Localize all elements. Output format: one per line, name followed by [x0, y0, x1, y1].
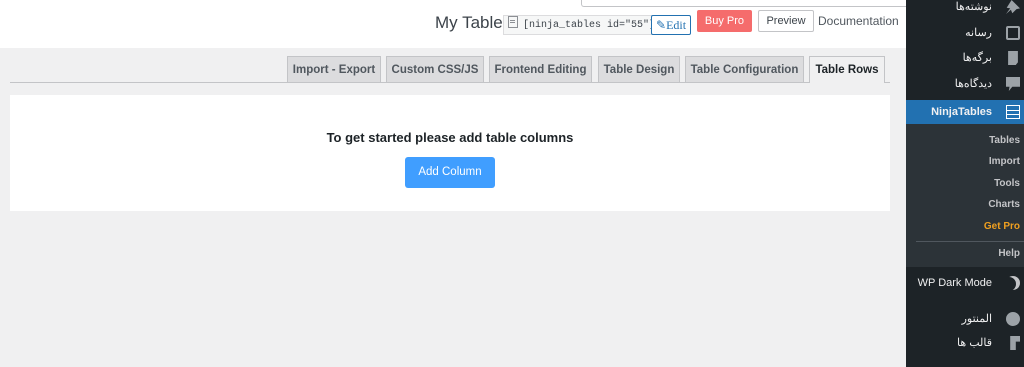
pin-icon — [1006, 0, 1020, 14]
sidebar-item-label: المنتور — [961, 313, 992, 325]
page-title: My Table — [435, 13, 503, 32]
moon-icon — [1006, 276, 1020, 290]
sidebar-item-label: قالب ها — [957, 337, 992, 349]
media-icon — [1006, 26, 1020, 40]
submenu-divider — [916, 241, 1024, 242]
sidebar-item-comments[interactable]: دیدگاه‌ها — [906, 72, 1024, 96]
sidebar-item-elementor[interactable]: المنتور — [906, 307, 1024, 331]
edit-button[interactable]: ✎Edit — [651, 15, 692, 35]
edit-label: Edit — [666, 18, 687, 32]
empty-state-message: To get started please add table columns — [326, 130, 574, 145]
elementor-icon — [1006, 312, 1020, 326]
buy-pro-button[interactable]: Buy Pro — [697, 10, 752, 32]
document-icon — [508, 16, 518, 28]
sidebar-item-label: WP Dark Mode — [917, 277, 992, 289]
sidebar-item-label: برگه‌ها — [962, 52, 992, 64]
top-input-edge — [581, 0, 907, 7]
sidebar-item-label: دیدگاه‌ها — [954, 78, 992, 90]
table-icon — [1006, 105, 1020, 119]
page-header: My Table [ninja_tables id="55"] ✎Edit Bu… — [0, 0, 907, 48]
submenu-item-get-pro[interactable]: Get Pro — [984, 221, 1020, 232]
admin-sidebar: نوشته‌ها رسانه برگه‌ها دیدگاه‌ها NinjaTa… — [898, 0, 1024, 367]
sidebar-item-label: نوشته‌ها — [955, 1, 992, 13]
submenu-item-help[interactable]: Help — [998, 248, 1020, 259]
add-column-button[interactable]: Add Column — [405, 157, 495, 188]
tab-table-design[interactable]: Table Design — [598, 56, 680, 82]
sidebar-item-posts[interactable]: نوشته‌ها — [906, 0, 1024, 19]
sidebar-item-label: رسانه — [965, 27, 992, 39]
shortcode-badge[interactable]: [ninja_tables id="55"] — [503, 15, 661, 35]
submenu-item-tools[interactable]: Tools — [994, 178, 1020, 189]
brush-icon — [1010, 336, 1020, 350]
comments-icon — [1006, 77, 1020, 91]
sidebar-item-templates[interactable]: قالب ها — [906, 331, 1024, 355]
shortcode-text: [ninja_tables id="55"] — [523, 20, 656, 31]
tab-custom-css-js[interactable]: Custom CSS/JS — [386, 56, 484, 82]
sidebar-item-pages[interactable]: برگه‌ها — [906, 46, 1024, 70]
tab-import-export[interactable]: Import - Export — [287, 56, 381, 82]
submenu-item-charts[interactable]: Charts — [988, 199, 1020, 210]
pages-icon — [1008, 51, 1018, 65]
table-rows-panel: To get started please add table columns … — [10, 95, 890, 211]
tab-frontend-editing[interactable]: Frontend Editing — [489, 56, 592, 82]
preview-button[interactable]: Preview — [758, 10, 814, 32]
current-menu-arrow — [898, 204, 906, 220]
sidebar-item-ninjatables[interactable]: NinjaTables — [898, 100, 1024, 220]
submenu-item-import[interactable]: Import — [989, 156, 1020, 167]
tab-table-configuration[interactable]: Table Configuration — [685, 56, 804, 82]
sidebar-item-media[interactable]: رسانه — [906, 21, 1024, 45]
sidebar-item-label: NinjaTables — [931, 106, 992, 118]
sidebar-item-wp-dark-mode[interactable]: WP Dark Mode — [906, 271, 1024, 295]
tab-table-rows[interactable]: Table Rows — [809, 56, 885, 83]
documentation-link[interactable]: Documentation — [818, 14, 899, 28]
pencil-icon: ✎ — [656, 18, 667, 32]
ninjatables-submenu: Tables Import Tools Charts Get Pro Help — [906, 124, 1024, 267]
submenu-item-tables[interactable]: Tables — [989, 135, 1020, 146]
